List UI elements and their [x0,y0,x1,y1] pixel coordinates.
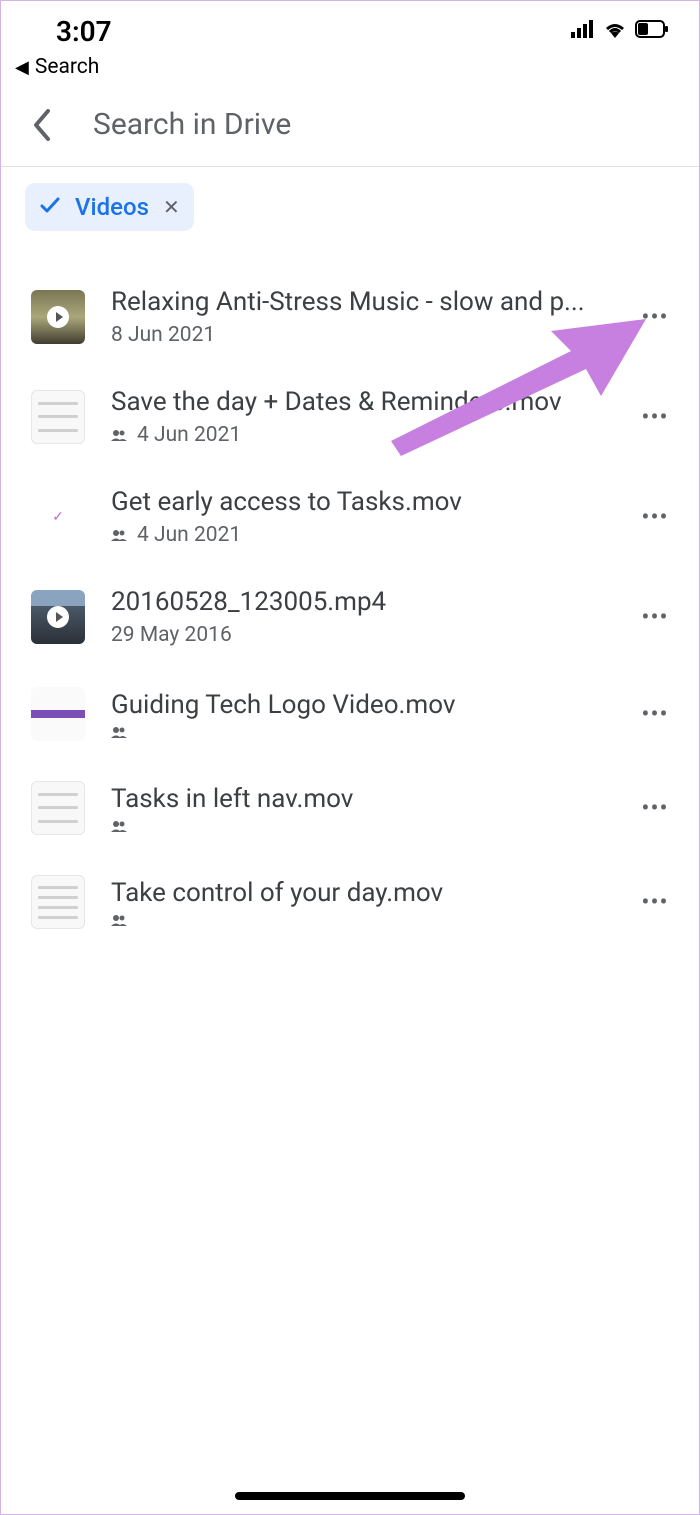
file-title: 20160528_123005.mp4 [111,587,609,617]
wifi-icon [603,20,627,42]
shared-icon [111,429,127,441]
file-row[interactable]: Guiding Tech Logo Video.mov ••• [1,667,699,761]
battery-icon [635,20,669,42]
back-triangle-icon: ◀ [15,57,29,78]
filter-chip-videos[interactable]: Videos ✕ [25,183,194,231]
file-date: 4 Jun 2021 [137,423,241,447]
more-options-button[interactable]: ••• [635,603,675,631]
system-back-search[interactable]: ◀ Search [1,51,699,87]
video-thumbnail [31,781,85,835]
more-options-button[interactable]: ••• [635,700,675,728]
more-options-button[interactable]: ••• [635,503,675,531]
more-options-button[interactable]: ••• [635,888,675,916]
file-row[interactable]: Relaxing Anti-Stress Music - slow and p.… [1,267,699,367]
video-thumbnail [31,590,85,644]
back-button[interactable] [25,108,59,142]
file-date: 8 Jun 2021 [111,323,215,347]
play-icon [47,606,69,628]
check-icon [39,194,61,220]
file-title: Take control of your day.mov [111,878,609,908]
file-row[interactable]: 20160528_123005.mp4 29 May 2016 ••• [1,567,699,667]
file-date: 29 May 2016 [111,623,232,647]
filter-bar: Videos ✕ [1,167,699,241]
cell-signal-icon [571,20,595,42]
status-icons [571,20,669,42]
video-thumbnail [31,290,85,344]
file-title: Save the day + Dates & Reminders.mov [111,387,609,417]
shared-icon [111,820,127,832]
file-row[interactable]: Save the day + Dates & Reminders.mov 4 J… [1,367,699,467]
check-icon: ✓ [52,509,64,525]
file-list: Relaxing Anti-Stress Music - slow and p.… [1,241,699,949]
video-thumbnail: ✓ [31,490,85,544]
file-title: Tasks in left nav.mov [111,784,609,814]
file-title: Relaxing Anti-Stress Music - slow and p.… [111,287,609,317]
shared-icon [111,726,127,738]
more-options-button[interactable]: ••• [635,303,675,331]
video-thumbnail [31,875,85,929]
status-bar: 3:07 [1,1,699,51]
status-time: 3:07 [56,15,112,48]
search-header: Search in Drive [1,87,699,167]
chevron-left-icon [32,109,52,141]
filter-chip-label: Videos [75,193,149,221]
play-icon [47,306,69,328]
more-options-button[interactable]: ••• [635,794,675,822]
file-row[interactable]: Take control of your day.mov ••• [1,855,699,949]
shared-icon [111,529,127,541]
file-row[interactable]: Tasks in left nav.mov ••• [1,761,699,855]
video-thumbnail [31,390,85,444]
home-indicator[interactable] [235,1492,465,1500]
video-thumbnail [31,687,85,741]
search-input[interactable]: Search in Drive [93,107,291,142]
file-title: Get early access to Tasks.mov [111,487,609,517]
system-back-label: Search [35,55,100,79]
more-options-button[interactable]: ••• [635,403,675,431]
shared-icon [111,914,127,926]
file-title: Guiding Tech Logo Video.mov [111,690,609,720]
filter-remove-button[interactable]: ✕ [163,195,180,219]
file-date: 4 Jun 2021 [137,523,241,547]
file-row[interactable]: ✓ Get early access to Tasks.mov 4 Jun 20… [1,467,699,567]
